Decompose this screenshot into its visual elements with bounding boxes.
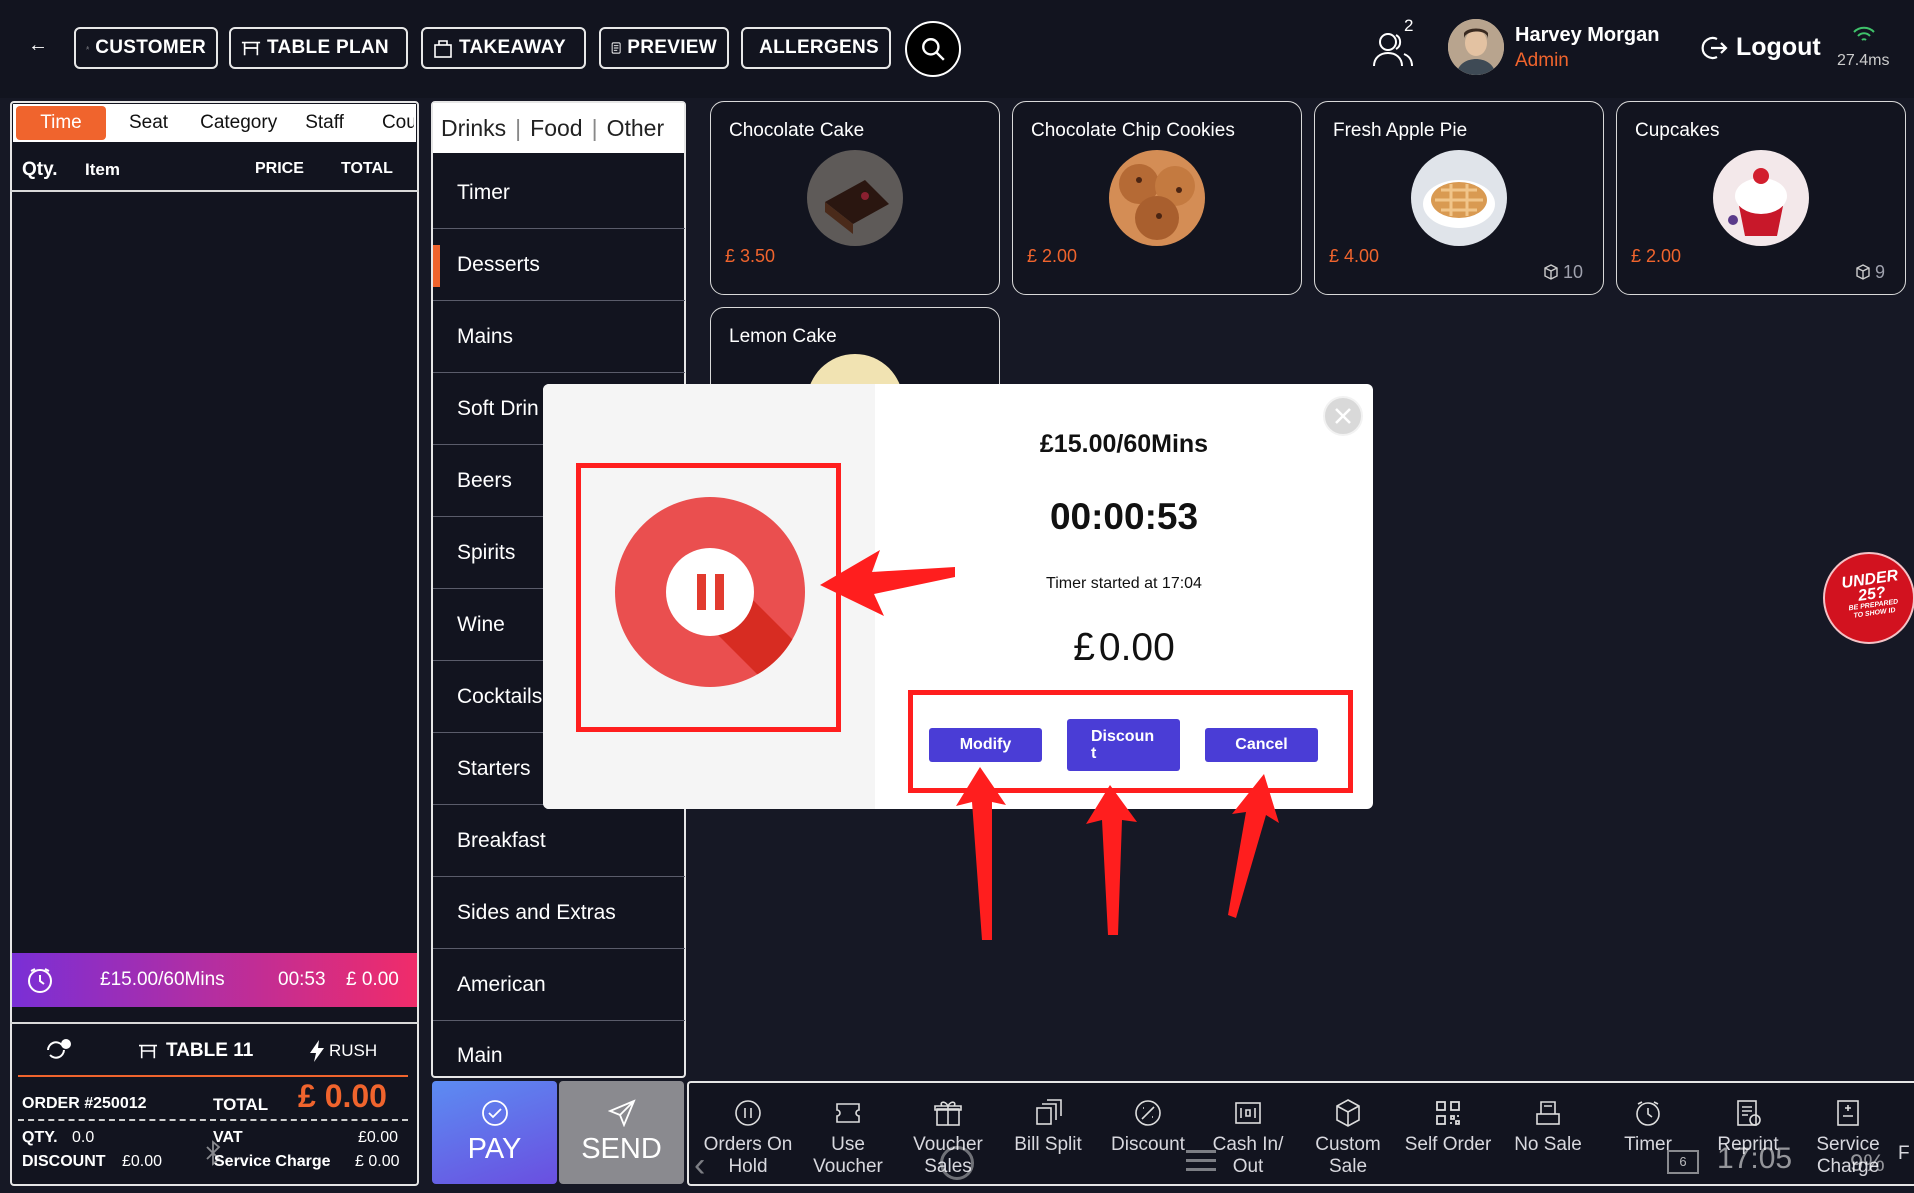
arrow-to-cancel (1228, 774, 1279, 918)
arrow-to-pause (820, 550, 955, 616)
arrow-to-modify (956, 767, 1006, 940)
arrow-to-discount (1086, 785, 1137, 935)
annotation-arrows (820, 550, 1279, 940)
